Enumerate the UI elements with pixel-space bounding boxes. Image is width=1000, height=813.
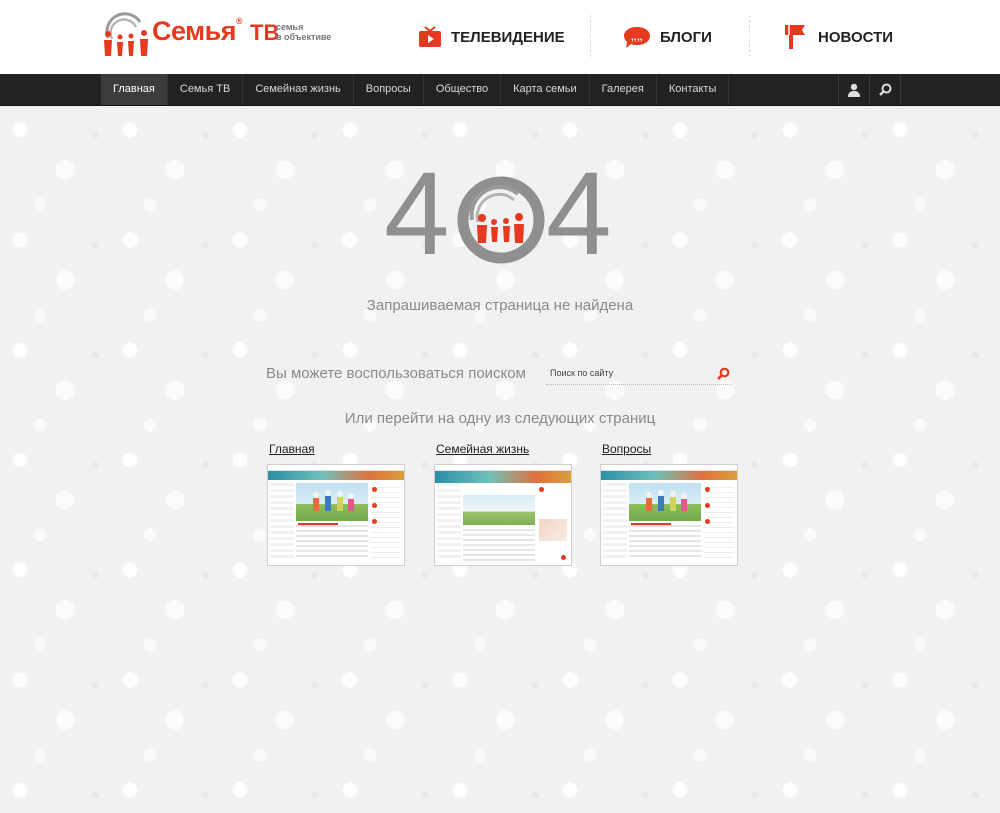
topnav-blogs[interactable]: ,, ,, БЛОГИ	[623, 22, 712, 52]
svg-text:,,: ,,	[637, 32, 643, 43]
suggestion-thumbnail-home[interactable]	[267, 464, 405, 566]
suggestion-card-questions: Вопросы	[600, 440, 740, 566]
svg-text:,,: ,,	[631, 32, 637, 43]
nav-item-society[interactable]: Общество	[424, 74, 502, 105]
suggestion-link-family-life[interactable]: Семейная жизнь	[436, 442, 529, 456]
site-search-button[interactable]	[714, 364, 732, 382]
search-prompt: Вы можете воспользоваться поиском	[266, 365, 526, 382]
topnav-blogs-label: БЛОГИ	[660, 28, 712, 46]
family-logo-icon	[104, 12, 148, 56]
speech-bubble-icon: ,, ,,	[624, 27, 650, 48]
error-digit-right: 4	[546, 148, 612, 280]
family-photo-thumbnail	[313, 490, 354, 511]
topnav-news-label: НОВОСТИ	[818, 28, 894, 46]
nav-item-semya-tv[interactable]: Семья ТВ	[168, 74, 244, 105]
family-logo-zero-icon	[457, 176, 545, 264]
logo-registered-mark: ®	[235, 16, 243, 26]
nav-item-home[interactable]: Главная	[101, 74, 168, 105]
search-icon	[878, 83, 891, 96]
logo-tagline: семья в объективе	[276, 22, 331, 42]
logo-word: Семья	[152, 16, 236, 46]
nav-item-contacts[interactable]: Контакты	[657, 74, 730, 105]
user-icon	[848, 83, 860, 97]
topnav-television[interactable]: ТЕЛЕВИДЕНИЕ	[418, 22, 565, 52]
tv-play-icon	[419, 26, 441, 47]
site-search-form	[546, 362, 732, 385]
search-icon	[716, 367, 729, 380]
header-divider	[749, 15, 750, 57]
main-navbar: Главная Семья ТВ Семейная жизнь Вопросы …	[0, 74, 1000, 106]
logo-tagline-line1: семья	[276, 22, 304, 32]
logo-tv: ТВ	[250, 20, 280, 45]
family-photo-thumbnail	[646, 490, 687, 511]
nav-item-family-life[interactable]: Семейная жизнь	[243, 74, 354, 105]
header-divider	[590, 15, 591, 57]
not-found-message: Запрашиваемая страница не найдена	[366, 297, 634, 314]
suggestion-card-home: Главная	[267, 440, 407, 566]
topnav-news[interactable]: НОВОСТИ	[783, 22, 893, 52]
site-logo[interactable]: Семья® ТВ семья в объективе	[100, 12, 340, 58]
suggestion-link-home[interactable]: Главная	[269, 442, 315, 456]
suggestion-thumbnail-questions[interactable]	[600, 464, 738, 566]
site-header: Семья® ТВ семья в объективе ТЕЛЕВИДЕНИЕ …	[0, 0, 1000, 74]
user-button[interactable]	[838, 74, 869, 105]
error-digit-left: 4	[384, 148, 450, 280]
error-code-404: 4 4	[384, 154, 624, 276]
news-flag-icon	[785, 25, 805, 49]
site-search-input[interactable]	[546, 364, 714, 382]
logo-tagline-line2: в объективе	[276, 32, 332, 42]
topnav-television-label: ТЕЛЕВИДЕНИЕ	[451, 28, 565, 46]
suggestion-card-family-life: Семейная жизнь	[434, 440, 574, 566]
nav-item-questions[interactable]: Вопросы	[354, 74, 424, 105]
navbar-search-button[interactable]	[869, 74, 901, 105]
nav-item-family-map[interactable]: Карта семьи	[501, 74, 590, 105]
suggestion-link-questions[interactable]: Вопросы	[602, 442, 651, 456]
nav-item-gallery[interactable]: Галерея	[590, 74, 657, 105]
suggestions-heading: Или перейти на одну из следующих страниц	[344, 410, 656, 427]
suggestion-thumbnail-family-life[interactable]	[434, 464, 572, 566]
navbar-items: Главная Семья ТВ Семейная жизнь Вопросы …	[101, 74, 730, 105]
